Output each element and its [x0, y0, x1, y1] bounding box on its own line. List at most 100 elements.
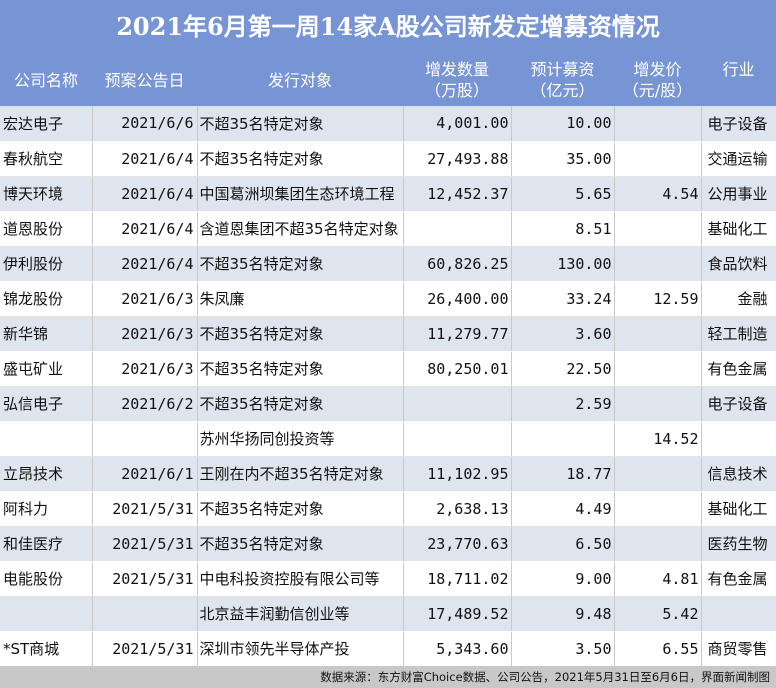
- company-cell: 宏达电子: [0, 106, 93, 142]
- target-cell: 朱凤廉: [197, 281, 404, 317]
- table-row: 弘信电子 2021/6/2 不超35名特定对象 2.59 电子设备: [0, 386, 776, 422]
- industry-cell: 基础化工: [701, 211, 776, 247]
- header-target: 发行对象: [267, 70, 332, 90]
- amount-cell: 130.00: [511, 246, 615, 282]
- table-row: 盛屯矿业 2021/6/3 不超35名特定对象 80,250.01 22.50 有色金属: [0, 351, 776, 387]
- target-cell: 北京益丰润勤信创业等: [197, 596, 404, 632]
- shares-cell: 60,826.25: [403, 246, 512, 282]
- date-cell: 2021/5/31: [92, 561, 198, 597]
- header-amount: 预计募资 （亿元）: [511, 54, 614, 106]
- shares-cell: 23,770.63: [403, 526, 512, 562]
- table-row: 立昂技术 2021/6/1 王刚在内不超35名特定对象 11,102.95 18.77 信…: [0, 456, 776, 492]
- amount-cell: 3.50: [511, 631, 615, 667]
- price-cell: [614, 351, 702, 387]
- header-shares-line2: （万股）: [424, 81, 489, 100]
- target-cell: 深圳市领先半导体产投: [197, 631, 404, 667]
- company-cell: 和佳医疗: [0, 526, 93, 562]
- page-title: 2021年6月第一周14家A股公司新发定增募资情况: [0, 0, 776, 54]
- amount-cell: 18.77: [511, 456, 615, 492]
- amount-cell: 33.24: [511, 281, 615, 317]
- industry-cell: 有色金属: [701, 561, 776, 597]
- source-note: 数据来源：东方财富Choice数据、公司公告，2021年5月31日至6月6日，界…: [0, 666, 776, 688]
- table-row: 苏州华扬同创投资等 14.52: [0, 421, 776, 457]
- company-cell: 博天环境: [0, 176, 93, 212]
- amount-cell: 8.51: [511, 211, 615, 247]
- target-cell: 不超35名特定对象: [197, 491, 404, 527]
- date-cell: 2021/6/4: [92, 176, 198, 212]
- price-cell: 4.81: [614, 561, 702, 597]
- price-cell: 5.42: [614, 596, 702, 632]
- table-row: 春秋航空 2021/6/4 不超35名特定对象 27,493.88 35.00 交通运输: [0, 141, 776, 177]
- shares-cell: 17,489.52: [403, 596, 512, 632]
- date-cell: 2021/6/3: [92, 316, 198, 352]
- amount-cell: 4.49: [511, 491, 615, 527]
- industry-cell: [701, 421, 776, 457]
- header-price: 增发价 （元/股）: [614, 54, 701, 106]
- company-cell: 伊利股份: [0, 246, 93, 282]
- company-cell: 春秋航空: [0, 141, 93, 177]
- industry-cell: [701, 596, 776, 632]
- shares-cell: 80,250.01: [403, 351, 512, 387]
- target-cell: 不超35名特定对象: [197, 526, 404, 562]
- company-cell: 盛屯矿业: [0, 351, 93, 387]
- amount-cell: 5.65: [511, 176, 615, 212]
- table-row: 博天环境 2021/6/4 中国葛洲坝集团生态环境工程 12,452.37 5.65 4.…: [0, 176, 776, 212]
- shares-cell: 27,493.88: [403, 141, 512, 177]
- industry-cell: 轻工制造: [701, 316, 776, 352]
- table-row: 道恩股份 2021/6/4 含道恩集团不超35名特定对象 8.51 基础化工: [0, 211, 776, 247]
- header-shares-line1: 增发数量: [424, 60, 489, 79]
- industry-cell: 基础化工: [701, 491, 776, 527]
- price-cell: [614, 141, 702, 177]
- data-table: 宏达电子 2021/6/6 不超35名特定对象 4,001.00 10.00 电子设备 春秋…: [0, 106, 776, 667]
- company-cell: 新华锦: [0, 316, 93, 352]
- page: 2021年6月第一周14家A股公司新发定增募资情况 公司名称 预案公告日 发行对…: [0, 0, 776, 688]
- price-cell: [614, 386, 702, 422]
- company-cell: [0, 596, 93, 632]
- shares-cell: [403, 421, 512, 457]
- date-cell: 2021/5/31: [92, 526, 198, 562]
- amount-cell: 35.00: [511, 141, 615, 177]
- date-cell: 2021/6/4: [92, 141, 198, 177]
- date-cell: 2021/6/1: [92, 456, 198, 492]
- date-cell: 2021/5/31: [92, 491, 198, 527]
- price-cell: 4.54: [614, 176, 702, 212]
- shares-cell: [403, 386, 512, 422]
- header-industry: 行业: [722, 60, 755, 79]
- price-cell: [614, 106, 702, 142]
- company-cell: 弘信电子: [0, 386, 93, 422]
- industry-cell: 医药生物: [701, 526, 776, 562]
- table-row: *ST商城 2021/5/31 深圳市领先半导体产投 5,343.60 3.50 6.55…: [0, 631, 776, 667]
- target-cell: 不超35名特定对象: [197, 106, 404, 142]
- company-cell: 锦龙股份: [0, 281, 93, 317]
- price-cell: 14.52: [614, 421, 702, 457]
- date-cell: 2021/6/4: [92, 246, 198, 282]
- amount-cell: [511, 421, 615, 457]
- date-cell: [92, 421, 198, 457]
- amount-cell: 9.00: [511, 561, 615, 597]
- industry-cell: 公用事业: [701, 176, 776, 212]
- industry-cell: 信息技术: [701, 456, 776, 492]
- price-cell: [614, 456, 702, 492]
- target-cell: 不超35名特定对象: [197, 141, 404, 177]
- target-cell: 中电科投资控股有限公司等: [197, 561, 404, 597]
- target-cell: 不超35名特定对象: [197, 316, 404, 352]
- target-cell: 含道恩集团不超35名特定对象: [197, 211, 404, 247]
- price-cell: [614, 246, 702, 282]
- amount-cell: 22.50: [511, 351, 615, 387]
- shares-cell: 18,711.02: [403, 561, 512, 597]
- table-row: 新华锦 2021/6/3 不超35名特定对象 11,279.77 3.60 轻工制造: [0, 316, 776, 352]
- company-cell: 道恩股份: [0, 211, 93, 247]
- target-cell: 不超35名特定对象: [197, 246, 404, 282]
- table-row: 宏达电子 2021/6/6 不超35名特定对象 4,001.00 10.00 电子设备: [0, 106, 776, 142]
- header-company: 公司名称: [13, 70, 78, 90]
- amount-cell: 10.00: [511, 106, 615, 142]
- table-row: 阿科力 2021/5/31 不超35名特定对象 2,638.13 4.49 基础化工: [0, 491, 776, 527]
- industry-cell: 电子设备: [701, 386, 776, 422]
- table-row: 和佳医疗 2021/5/31 不超35名特定对象 23,770.63 6.50 医药生物: [0, 526, 776, 562]
- table-row: 锦龙股份 2021/6/3 朱凤廉 26,400.00 33.24 12.59 金融: [0, 281, 776, 317]
- shares-cell: 4,001.00: [403, 106, 512, 142]
- industry-cell: 有色金属: [701, 351, 776, 387]
- shares-cell: 11,279.77: [403, 316, 512, 352]
- header-amount-line1: 预计募资: [530, 60, 595, 79]
- amount-cell: 6.50: [511, 526, 615, 562]
